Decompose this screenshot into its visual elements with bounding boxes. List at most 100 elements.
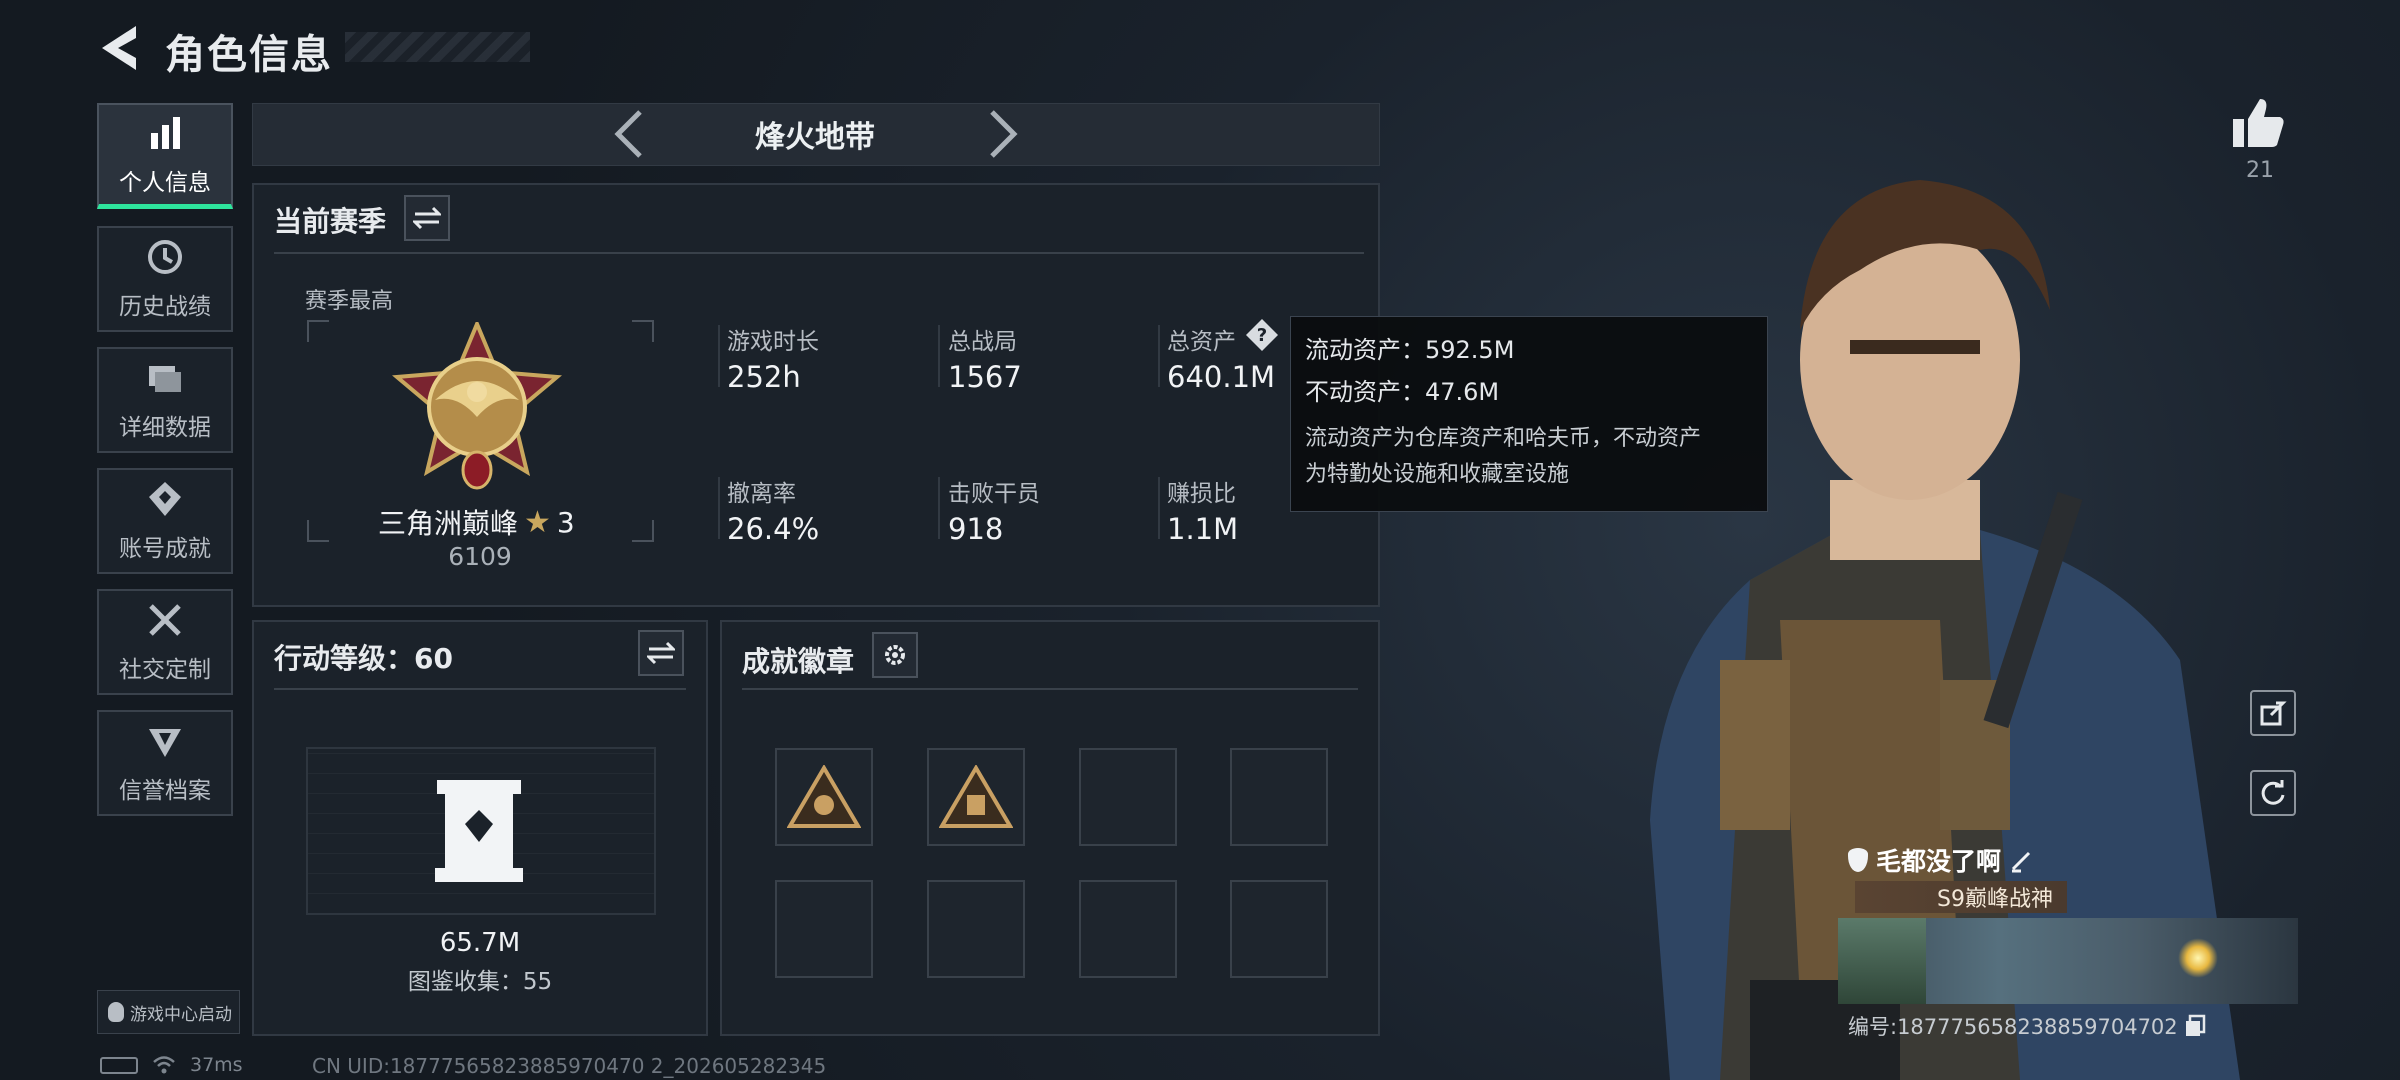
rank-name: 三角洲巅峰 xyxy=(378,507,519,540)
stat-value-playtime: 252h xyxy=(727,360,801,394)
stat-value-profit-ratio: 1.1M xyxy=(1167,512,1239,546)
nav-credit-file[interactable]: 信誉档案 xyxy=(97,710,233,816)
stat-label-extract-rate: 撤离率 xyxy=(727,481,796,507)
penguin-icon xyxy=(108,1002,124,1022)
game-center-launch-button[interactable]: 游戏中心启动 xyxy=(97,990,240,1034)
tooltip-liquid-assets: 流动资产：592.5M xyxy=(1305,336,1515,364)
badge-slot[interactable] xyxy=(775,880,873,978)
badges-title: 成就徽章 xyxy=(742,645,855,678)
season-divider xyxy=(274,252,1364,254)
nav-achievements[interactable]: 账号成就 xyxy=(97,468,233,574)
bar-chart-icon xyxy=(151,116,180,149)
nav-social-custom[interactable]: 社交定制 xyxy=(97,589,233,695)
collection-cabinet-icon xyxy=(435,780,523,882)
player-serial-row: 编号:187775658238859704702 xyxy=(1848,1011,2206,1041)
rank-score: 6109 xyxy=(448,542,512,571)
ping-value: 37ms xyxy=(190,1054,243,1076)
collection-value: 65.7M xyxy=(439,928,521,958)
swap-icon xyxy=(413,206,441,230)
back-arrow-icon[interactable] xyxy=(96,22,144,74)
credit-icon xyxy=(149,729,181,757)
nav-detailed-data[interactable]: 详细数据 xyxy=(97,347,233,453)
achievement-icon xyxy=(149,482,181,516)
badge-slot[interactable] xyxy=(1079,748,1177,846)
history-icon xyxy=(148,240,182,274)
svg-text:?: ? xyxy=(1257,325,1267,346)
rank-name-row: 三角洲巅峰 ★ 3 xyxy=(378,502,575,542)
stat-value-total-assets: 640.1M xyxy=(1167,360,1276,394)
nav-label: 社交定制 xyxy=(119,657,211,683)
player-serial: 编号:187775658238859704702 xyxy=(1848,1015,2178,1039)
stat-divider xyxy=(938,477,940,539)
player-name: 毛都没了啊 xyxy=(1876,847,2002,876)
edit-icon[interactable] xyxy=(2009,847,2035,873)
badge-slot[interactable] xyxy=(1079,880,1177,978)
badge-slot[interactable] xyxy=(927,880,1025,978)
nav-label: 个人信息 xyxy=(119,169,211,196)
stat-label-profit-ratio: 赚损比 xyxy=(1167,481,1236,507)
nav-history[interactable]: 历史战绩 xyxy=(97,226,233,332)
badges-divider xyxy=(742,688,1358,690)
mode-title: 烽火地带 xyxy=(755,120,875,155)
nav-label: 历史战绩 xyxy=(119,294,211,320)
rank-stars: 3 xyxy=(556,505,575,539)
stat-value-extract-rate: 26.4% xyxy=(727,512,820,546)
shield-icon xyxy=(1848,848,1868,872)
frame-corner xyxy=(307,320,329,342)
uid-text: CN UID:18777565823885970470 2_2026052823… xyxy=(312,1054,827,1078)
stat-label-playtime: 游戏时长 xyxy=(727,329,819,355)
action-level-title: 行动等级：60 xyxy=(274,642,453,675)
stat-label-total-matches: 总战局 xyxy=(948,329,1017,355)
frame-corner xyxy=(632,320,654,342)
badge-slot[interactable] xyxy=(1230,880,1328,978)
action-level-switch-button[interactable] xyxy=(638,630,684,676)
wifi-icon xyxy=(153,1056,175,1074)
share-button[interactable] xyxy=(2250,690,2296,736)
tooltip-desc-line1: 流动资产为仓库资产和哈夫币，不动资产 xyxy=(1305,426,1702,451)
stat-divider xyxy=(1158,477,1160,539)
player-banner[interactable] xyxy=(1838,918,2298,1004)
badge-slot[interactable] xyxy=(1230,748,1328,846)
badge-slot[interactable] xyxy=(775,748,873,846)
nav-label: 账号成就 xyxy=(119,536,211,562)
help-icon[interactable]: ? xyxy=(1245,318,1279,352)
nav-personal-info[interactable]: 个人信息 xyxy=(97,103,233,209)
player-name-row: 毛都没了啊 xyxy=(1848,842,2035,878)
stat-divider xyxy=(1158,325,1160,387)
page-title: 角色信息 xyxy=(165,32,333,78)
status-bar: 37ms xyxy=(100,1054,243,1076)
mode-next-icon[interactable] xyxy=(982,108,1022,160)
stat-value-total-matches: 1567 xyxy=(948,360,1022,394)
thumbs-up-icon[interactable] xyxy=(2230,95,2286,151)
folder-icon xyxy=(149,366,181,392)
title-decoration xyxy=(345,32,530,62)
share-icon xyxy=(2260,701,2287,726)
collection-count: 图鉴收集：55 xyxy=(407,969,553,995)
tooltip-desc-line2: 为特勤处设施和收藏室设施 xyxy=(1305,462,1570,487)
mode-prev-icon[interactable] xyxy=(610,108,650,160)
gear-icon xyxy=(885,645,905,665)
copy-icon[interactable] xyxy=(2184,1014,2206,1038)
tools-icon xyxy=(149,604,181,636)
assets-tooltip: 流动资产：592.5M 不动资产：47.6M 流动资产为仓库资产和哈夫币，不动资… xyxy=(1290,316,1768,512)
rank-emblem-icon xyxy=(392,322,562,490)
star-icon: ★ xyxy=(524,504,551,540)
swap-icon xyxy=(647,641,675,665)
stat-divider xyxy=(938,325,940,387)
muzzle-flash xyxy=(2178,938,2218,978)
season-switch-button[interactable] xyxy=(404,195,450,241)
stat-divider xyxy=(718,325,720,387)
badges-settings-button[interactable] xyxy=(872,632,918,678)
tooltip-fixed-assets: 不动资产：47.6M xyxy=(1305,378,1500,406)
nav-label: 信誉档案 xyxy=(119,778,211,804)
player-title-plate: S9巅峰战神 xyxy=(1855,881,2067,913)
launch-label: 游戏中心启动 xyxy=(130,1004,232,1025)
season-title: 当前赛季 xyxy=(274,205,387,238)
stat-value-operators-defeated: 918 xyxy=(948,512,1004,546)
banner-portrait xyxy=(1838,918,1926,1004)
stat-divider xyxy=(718,477,720,539)
stat-label-operators-defeated: 击败干员 xyxy=(948,481,1040,507)
badge-slot[interactable] xyxy=(927,748,1025,846)
refresh-icon xyxy=(2261,780,2285,805)
refresh-button[interactable] xyxy=(2250,770,2296,816)
